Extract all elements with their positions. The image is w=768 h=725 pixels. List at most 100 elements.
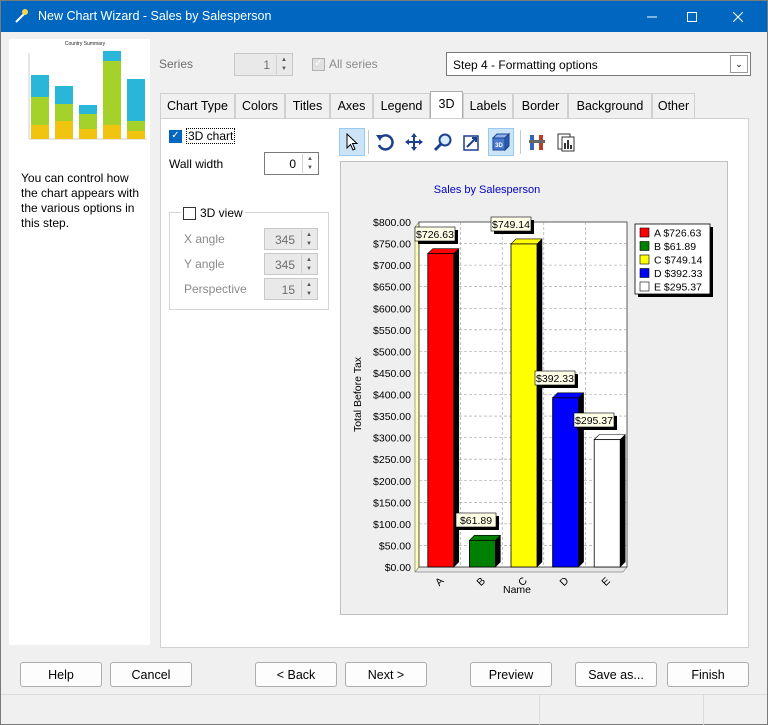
legend-swatch	[639, 241, 650, 251]
title-bar: New Chart Wizard - Sales by Salesperson	[1, 1, 767, 32]
data-label: $61.89	[460, 515, 492, 527]
spin-up-icon[interactable]: ▲	[303, 154, 317, 164]
wall-width-value: 0	[289, 157, 296, 171]
legend-swatch	[639, 227, 650, 238]
y-tick-label: $350.00	[373, 411, 411, 423]
zoom-tool-button[interactable]	[430, 128, 456, 156]
x-angle-value: 345	[274, 233, 295, 247]
tab-chart-type[interactable]: Chart Type	[160, 93, 235, 119]
y-tick-label: $700.00	[373, 260, 411, 272]
data-label: $726.63	[416, 229, 454, 241]
bar-side	[619, 434, 626, 568]
spin-down-icon[interactable]: ▼	[302, 289, 316, 298]
rotate-tool-button[interactable]	[372, 128, 398, 156]
tab-axes[interactable]: Axes	[330, 93, 373, 119]
series-value: 1	[263, 58, 270, 72]
move-icon	[405, 133, 423, 151]
y-tick-label: $750.00	[373, 239, 411, 251]
bar	[510, 243, 538, 568]
x-tick-label: A	[433, 575, 446, 588]
step-description: You can control how the chart appears wi…	[21, 171, 140, 230]
bar-chart: Sales by Salesperson $0.00 $50.00 $100.00 $1…	[352, 184, 713, 596]
all-series-label: All series	[329, 57, 378, 71]
next-button[interactable]: Next >	[345, 662, 427, 687]
3d-view-label: 3D view	[200, 206, 243, 220]
chart-title: Sales by Salesperson	[434, 184, 540, 196]
status-bar	[1, 694, 767, 725]
tab-legend[interactable]: Legend	[373, 93, 430, 119]
legend-entry: E $295.37	[654, 282, 702, 294]
bar-side	[536, 238, 543, 568]
y-angle-spinner[interactable]: 345 ▲ ▼	[264, 253, 318, 275]
tab-colors[interactable]: Colors	[235, 93, 285, 119]
series-label: Series	[159, 57, 194, 71]
tab-border[interactable]: Border	[513, 93, 568, 119]
spin-up-icon[interactable]: ▲	[302, 230, 316, 239]
y-tick-label: $450.00	[373, 368, 411, 380]
step-select[interactable]: Step 4 - Formatting options ⌄	[446, 52, 751, 76]
depth-tool-button[interactable]	[459, 128, 485, 156]
tab-other[interactable]: Other	[652, 93, 695, 119]
edit-tool-button[interactable]	[524, 128, 550, 156]
chevron-down-icon[interactable]: ⌄	[730, 55, 748, 73]
tab-background[interactable]: Background	[568, 93, 652, 119]
bar-top	[427, 248, 460, 254]
3d-tool-button[interactable]: 3D	[488, 128, 514, 156]
3d-chart-checkbox[interactable]: ✓ 3D chart	[169, 128, 236, 144]
chart-left-wall	[414, 221, 420, 573]
bar	[468, 539, 496, 568]
data-label: $749.14	[492, 219, 530, 231]
y-tick-label: $800.00	[373, 217, 411, 229]
tab-3d[interactable]: 3D	[430, 91, 463, 119]
x-angle-spinner[interactable]: 345 ▲ ▼	[264, 228, 318, 250]
spin-up-icon[interactable]: ▲	[302, 280, 316, 289]
y-axis-title: Total Before Tax	[352, 356, 364, 432]
x-axis-title: Name	[503, 584, 531, 596]
data-tool-button[interactable]	[553, 128, 579, 156]
spin-down-icon[interactable]: ▼	[302, 264, 316, 273]
y-tick-label: $200.00	[373, 476, 411, 488]
finish-button[interactable]: Finish	[667, 662, 749, 687]
tab-titles[interactable]: Titles	[285, 93, 330, 119]
y-tick-label: $50.00	[379, 540, 411, 552]
wizard-info-panel: Country Summary You can control how the …	[9, 39, 150, 645]
all-series-checkbox[interactable]: ✓ All series	[312, 57, 378, 71]
move-tool-button[interactable]	[401, 128, 427, 156]
spin-up-icon[interactable]: ▲	[302, 255, 316, 264]
chart-thumbnail: Country Summary	[15, 39, 150, 149]
3d-view-checkbox[interactable]: 3D view	[181, 206, 245, 220]
preview-button[interactable]: Preview	[470, 662, 552, 687]
spin-down-icon[interactable]: ▼	[302, 239, 316, 248]
legend-entry: D $392.33	[654, 268, 703, 280]
pointer-tool-button[interactable]	[339, 128, 365, 156]
spin-down-icon[interactable]: ▼	[277, 65, 291, 75]
bar-side	[495, 534, 501, 568]
cancel-button[interactable]: Cancel	[110, 662, 192, 687]
series-spinner[interactable]: 1 ▲ ▼	[234, 53, 293, 76]
y-tick-label: $650.00	[373, 282, 411, 294]
3d-chart-label: 3D chart	[186, 128, 236, 144]
edit-icon	[529, 135, 545, 150]
back-button[interactable]: < Back	[255, 662, 337, 687]
wizard-wand-icon	[15, 9, 28, 23]
y-tick-label: $0.00	[385, 562, 411, 574]
x-tick-label: E	[599, 575, 612, 588]
spin-up-icon[interactable]: ▲	[277, 55, 291, 65]
perspective-label: Perspective	[184, 282, 247, 296]
help-button[interactable]: Help	[20, 662, 102, 687]
legend-entry: C $749.14	[654, 255, 703, 267]
maximize-button[interactable]	[669, 1, 715, 32]
window-title: New Chart Wizard - Sales by Salesperson	[38, 9, 272, 23]
y-angle-value: 345	[274, 258, 295, 272]
wall-width-spinner[interactable]: 0 ▲ ▼	[264, 152, 319, 175]
minimize-icon	[647, 16, 657, 17]
thumbnail-title: Country Summary	[65, 41, 106, 47]
perspective-spinner[interactable]: 15 ▲ ▼	[264, 278, 318, 300]
y-tick-label: $300.00	[373, 433, 411, 445]
x-tick-label: D	[558, 575, 572, 589]
spin-down-icon[interactable]: ▼	[303, 164, 317, 174]
close-button[interactable]	[715, 1, 761, 32]
legend-swatch	[639, 281, 650, 292]
save-as-button[interactable]: Save as...	[575, 662, 657, 687]
tab-labels[interactable]: Labels	[463, 93, 513, 119]
